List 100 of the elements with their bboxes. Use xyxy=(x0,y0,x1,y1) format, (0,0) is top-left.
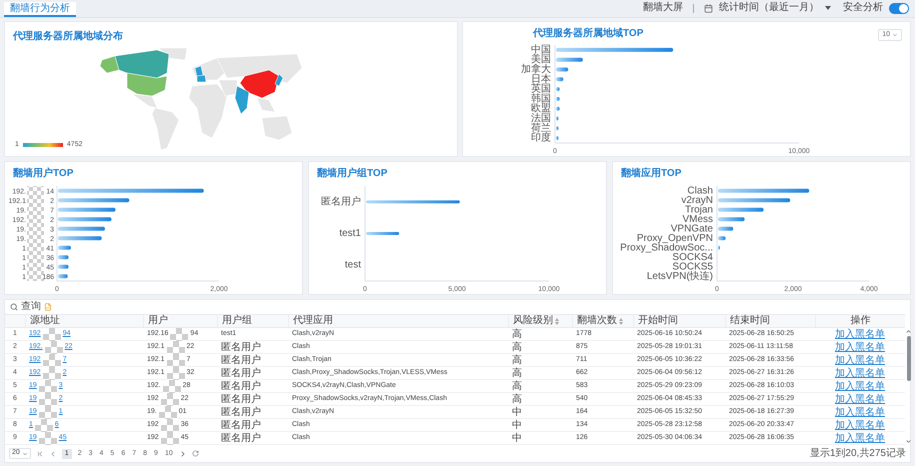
category-label: test1 xyxy=(339,228,361,239)
table-cell: 匿名用户 xyxy=(221,408,261,418)
redaction-mask xyxy=(38,432,57,445)
sort-icon[interactable] xyxy=(619,318,623,324)
chart-bar xyxy=(58,208,116,212)
category-label: 匿名用户 xyxy=(321,196,361,208)
redaction-mask xyxy=(42,354,61,367)
chart-bar xyxy=(366,232,400,235)
category-label: test xyxy=(344,260,361,271)
blacklist-link[interactable]: 加入黑名单 xyxy=(835,420,885,430)
panel-title: 翻墙用户TOP xyxy=(13,169,74,179)
category-label: 韩国 xyxy=(531,93,551,104)
sort-icon[interactable] xyxy=(555,318,559,324)
table-cell: 高 xyxy=(512,342,522,352)
redaction-mask xyxy=(42,367,61,380)
table-cell: 匿名用户 xyxy=(221,356,261,366)
table-cell: 中 xyxy=(512,434,522,444)
table-cell: 匿名用户 xyxy=(221,382,261,392)
category-label: Proxy_OpenVPN xyxy=(636,232,713,244)
table-cell: 匿名用户 xyxy=(221,434,261,444)
scrollbar[interactable] xyxy=(905,328,912,445)
column-header[interactable]: 风险级别 xyxy=(513,316,559,326)
blacklist-link[interactable]: 加入黑名单 xyxy=(835,342,885,352)
column-header: 源地址 xyxy=(30,316,60,326)
chart-bar xyxy=(58,226,105,231)
category-label: Trojan xyxy=(685,204,713,216)
search-icon[interactable] xyxy=(10,303,18,311)
category-label: Clash xyxy=(687,185,713,196)
first-page-icon[interactable] xyxy=(36,450,44,458)
chevron-down-icon xyxy=(22,450,28,456)
table-cell: 匿名用户 xyxy=(221,342,261,352)
category-label: SOCKS4 xyxy=(672,252,713,263)
tab[interactable]: 翻墙行为分析 xyxy=(4,2,76,17)
chart-bar xyxy=(556,126,558,130)
blacklist-link[interactable]: 加入黑名单 xyxy=(835,368,885,378)
caret-icon[interactable] xyxy=(825,6,831,10)
chart-bar xyxy=(58,236,102,240)
chart-bar xyxy=(718,208,764,212)
legend-gradient xyxy=(22,142,63,147)
table-cell: 匿名用户 xyxy=(221,368,261,378)
column-header: 用户组 xyxy=(222,316,252,326)
column-header: 操作 xyxy=(850,316,870,326)
blacklist-link[interactable]: 加入黑名单 xyxy=(835,434,885,444)
redaction-mask xyxy=(166,354,185,367)
table-cell: 高 xyxy=(512,382,522,392)
redaction-mask xyxy=(34,419,53,432)
category-label: 加拿大 xyxy=(521,64,551,75)
table-cell: 高 xyxy=(512,330,522,340)
redaction-mask xyxy=(38,406,57,419)
category-label: LetsVPN(快连) xyxy=(646,270,713,282)
redaction-mask xyxy=(160,419,179,432)
column-header[interactable]: 翻墙次数 xyxy=(577,316,623,326)
chart-bar xyxy=(556,87,560,92)
scroll-up-icon[interactable] xyxy=(905,328,912,335)
table-cell: 匿名用户 xyxy=(221,420,261,430)
table-cell: 高 xyxy=(512,356,522,366)
refresh-icon[interactable] xyxy=(192,450,199,457)
column-header: 用户 xyxy=(148,316,168,326)
blacklist-link[interactable]: 加入黑名单 xyxy=(835,394,885,404)
column-header: 代理应用 xyxy=(293,316,333,326)
redaction-mask xyxy=(42,328,61,341)
blacklist-link[interactable]: 加入黑名单 xyxy=(835,330,885,340)
category-label: VMess xyxy=(682,214,713,225)
category-label: VPNGate xyxy=(670,223,713,234)
redaction-mask xyxy=(162,380,181,393)
chart-bar xyxy=(58,264,69,269)
table-cell: 高 xyxy=(512,394,522,404)
spreadsheet-icon[interactable] xyxy=(44,303,52,311)
panel-title: 代理服务器所属地域分布 xyxy=(13,32,123,42)
chart-bar xyxy=(718,217,745,222)
chart-bar xyxy=(556,136,558,140)
redaction-mask xyxy=(166,367,185,380)
chart-bar xyxy=(58,198,130,202)
chart-bar xyxy=(556,96,560,101)
chart-bar xyxy=(556,68,568,72)
calendar-icon xyxy=(704,4,713,12)
time-range-select[interactable]: 统计时间（最近一月） xyxy=(719,3,819,13)
blacklist-link[interactable]: 加入黑名单 xyxy=(835,382,885,392)
panel-title: 代理服务器所属地域TOP xyxy=(533,29,644,39)
search-label[interactable]: 查询 xyxy=(21,302,41,312)
category-label: v2rayN xyxy=(681,194,713,206)
chart-bar xyxy=(718,226,734,231)
redaction-mask xyxy=(166,341,185,354)
column-header: 结束时间 xyxy=(730,316,770,326)
chart-bar xyxy=(58,217,112,222)
chart-bar xyxy=(556,58,583,62)
table-cell: 高 xyxy=(512,368,522,378)
blacklist-link[interactable]: 加入黑名单 xyxy=(835,356,885,366)
scroll-down-icon[interactable] xyxy=(905,438,912,445)
redaction-mask xyxy=(38,380,57,393)
table-cell: 中 xyxy=(512,408,522,418)
chart-bar xyxy=(58,274,68,278)
redaction-mask xyxy=(38,393,57,406)
category-label: Proxy_ShadowSoc... xyxy=(620,242,713,254)
toggle-switch[interactable] xyxy=(889,2,909,14)
redaction-mask xyxy=(158,406,177,419)
chart-bar xyxy=(58,255,69,260)
chart-bar xyxy=(556,106,560,111)
screen-link[interactable]: 翻墙大屏 xyxy=(643,3,683,13)
blacklist-link[interactable]: 加入黑名单 xyxy=(835,408,885,418)
